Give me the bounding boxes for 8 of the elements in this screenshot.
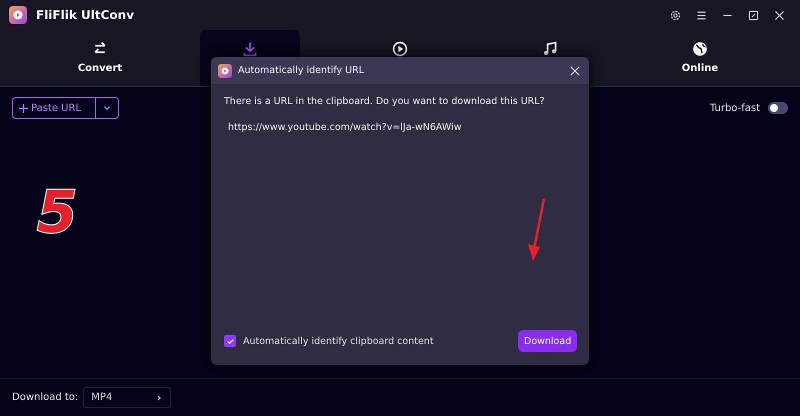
checkbox-label: Automatically identify clipboard content bbox=[243, 336, 434, 346]
download-to-label: Download to: bbox=[12, 392, 78, 403]
clipboard-url: https://www.youtube.com/watch?v=lJa-wN6AWiw bbox=[228, 122, 462, 133]
dialog-title: Automatically identify URL bbox=[238, 65, 364, 76]
dialog-message: There is a URL in the clipboard. Do you want to download this URL? bbox=[224, 96, 546, 107]
app-title: FliFlik UltConv bbox=[36, 8, 134, 22]
step-number: 5 bbox=[37, 183, 78, 241]
turbo-fast-label: Turbo-fast bbox=[710, 102, 760, 114]
